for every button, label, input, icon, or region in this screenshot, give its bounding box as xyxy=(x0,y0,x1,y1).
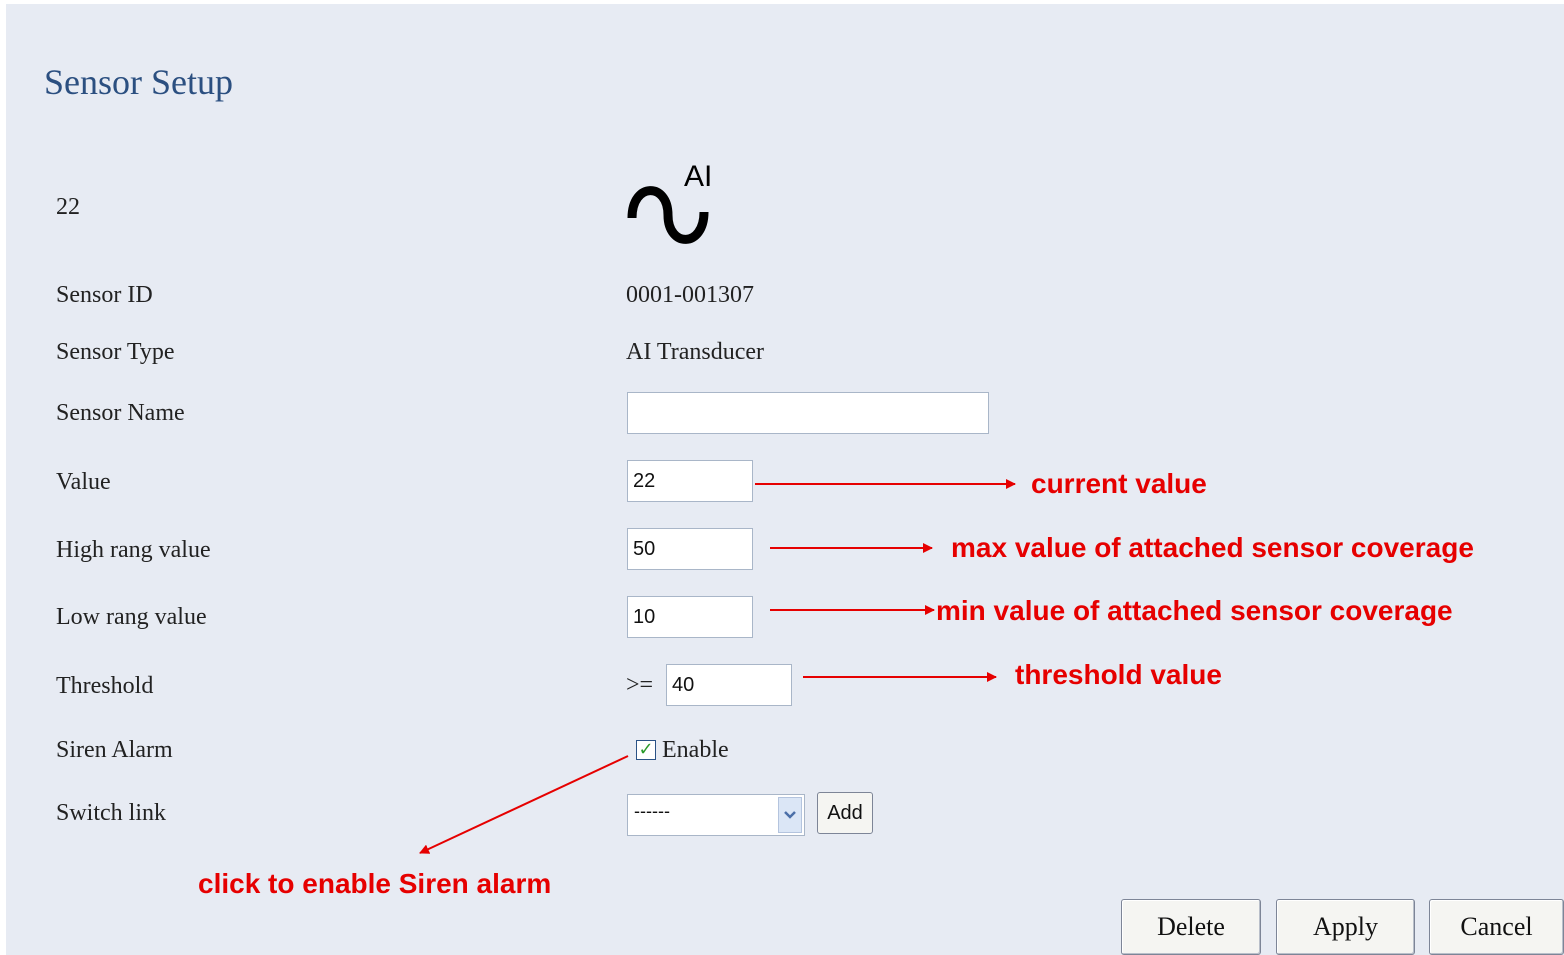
annotation-min-value: min value of attached sensor coverage xyxy=(936,595,1453,626)
cancel-button[interactable]: Cancel xyxy=(1429,899,1564,955)
annotation-current-value: current value xyxy=(1031,468,1207,499)
annotation-max-value: max value of attached sensor coverage xyxy=(951,532,1474,563)
arrow-siren xyxy=(419,755,629,854)
annotation-threshold-value: threshold value xyxy=(1015,659,1222,690)
annotation-arrows xyxy=(419,479,1016,854)
annotation-siren-hint: click to enable Siren alarm xyxy=(198,868,552,899)
delete-button[interactable]: Delete xyxy=(1121,899,1261,955)
apply-button[interactable]: Apply xyxy=(1276,899,1415,955)
